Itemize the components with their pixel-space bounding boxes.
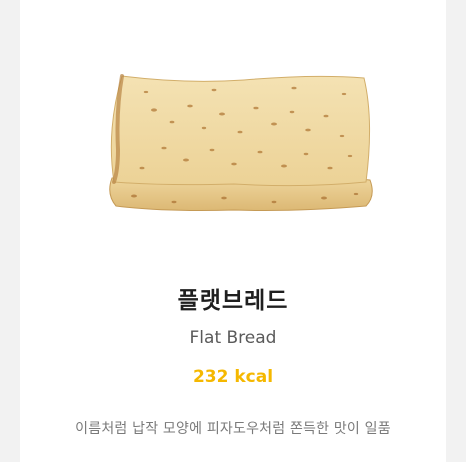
product-card: 플랫브레드 Flat Bread 232 kcal 이름처럼 납작 모양에 피자… xyxy=(20,0,446,462)
product-description: 이름처럼 납작 모양에 피자도우처럼 쫀득한 맛이 일품 xyxy=(75,421,391,437)
flat-bread-image xyxy=(94,70,376,220)
product-name: 플랫브레드 xyxy=(177,288,289,314)
flat-bread-illustration xyxy=(109,74,373,211)
product-english-name: Flat Bread xyxy=(189,328,277,348)
calorie-count: 232 kcal xyxy=(192,367,274,387)
